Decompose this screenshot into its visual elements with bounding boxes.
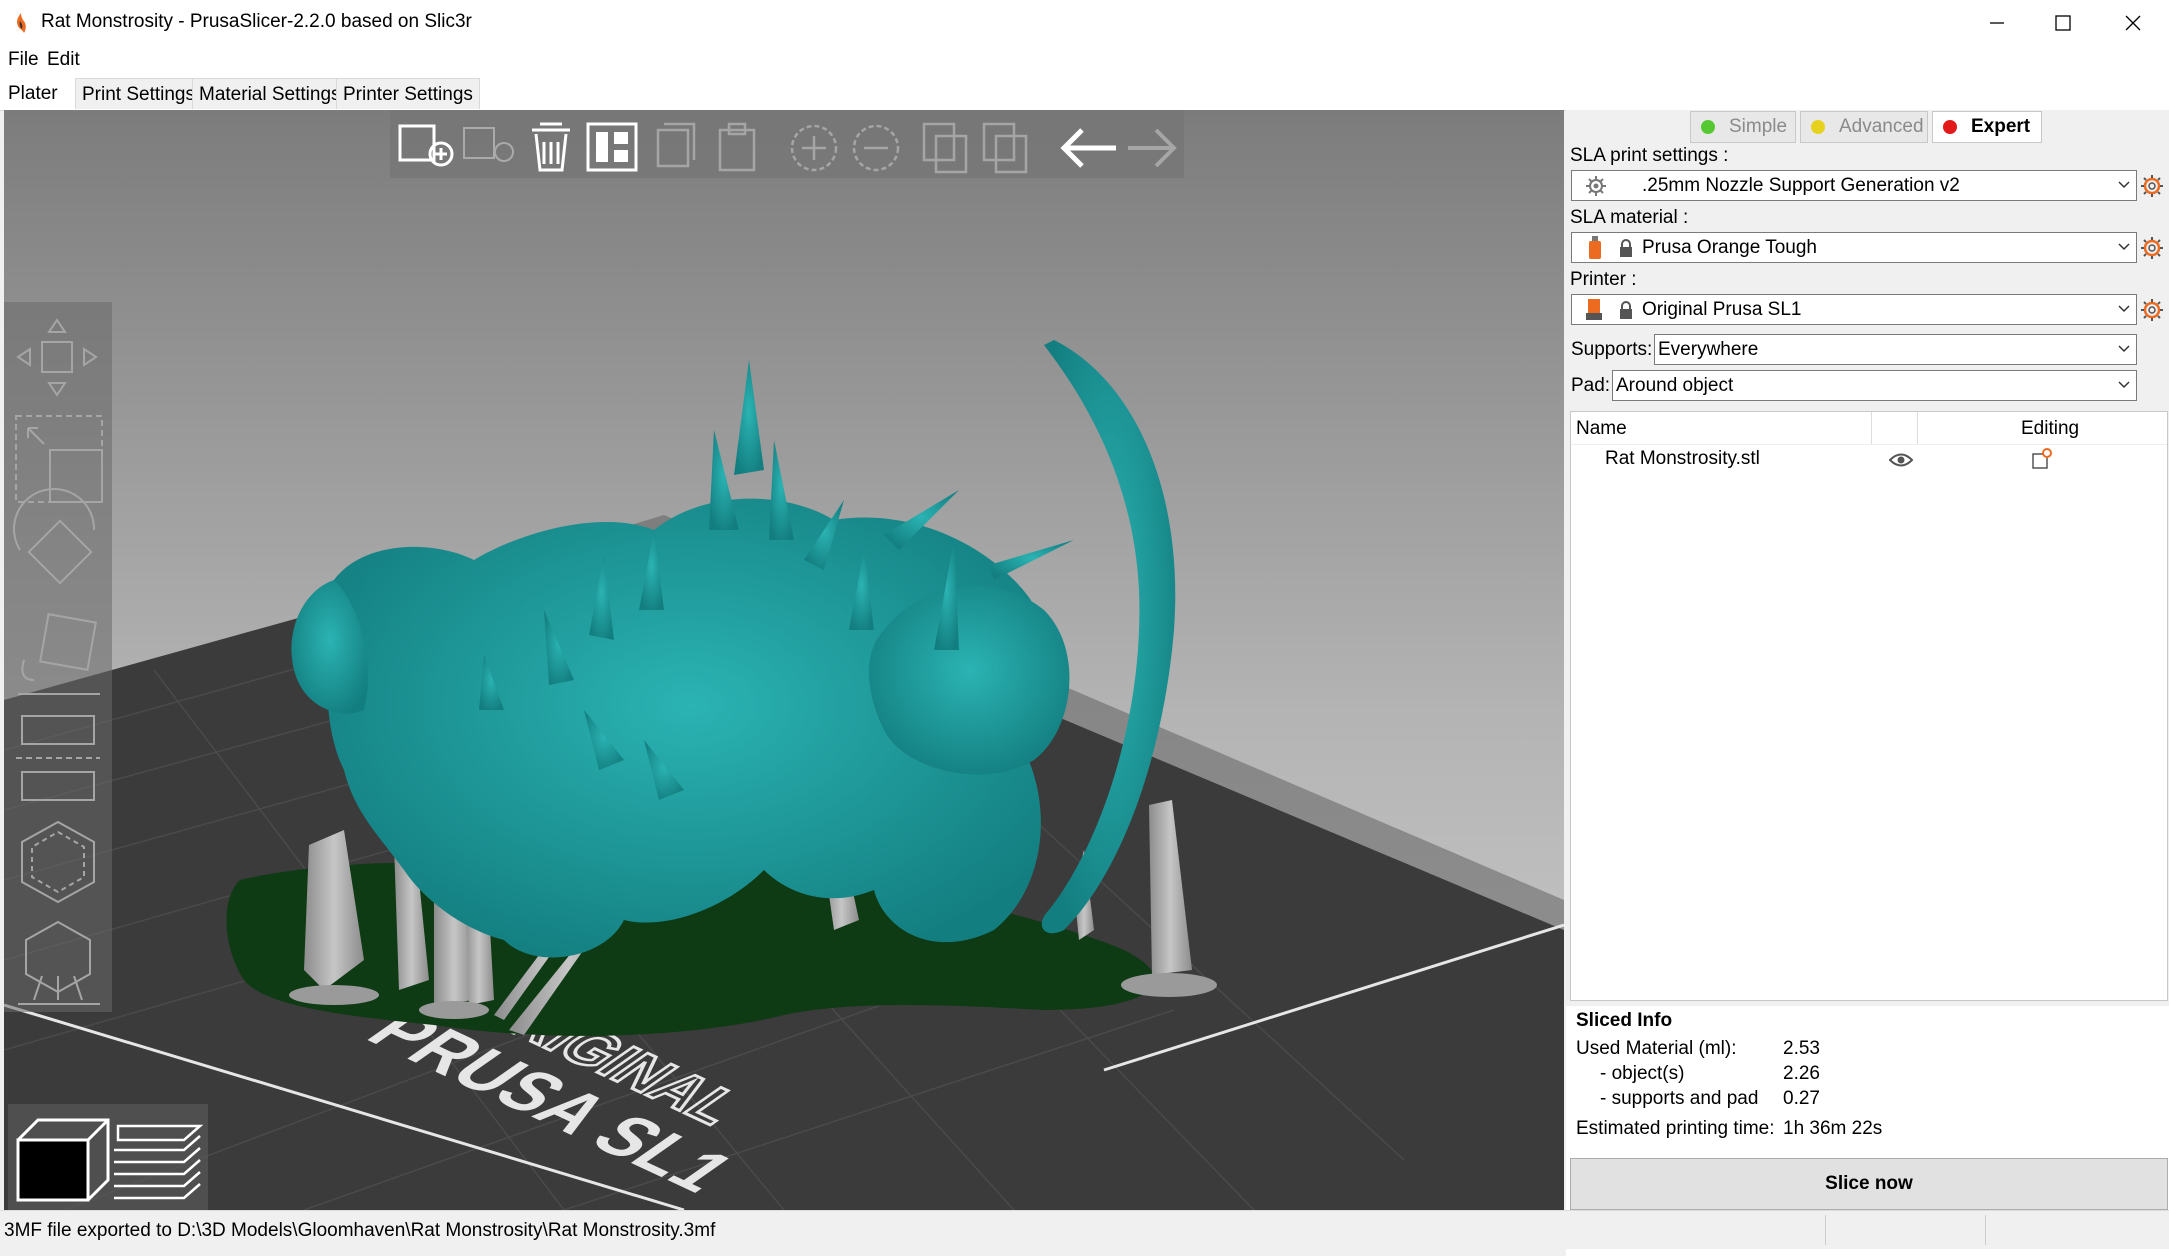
status-bar: 3MF file exported to D:\3D Models\Gloomh… <box>0 1210 2169 1249</box>
pad-combo[interactable]: Around object <box>1612 370 2137 401</box>
print-settings-gear-icon <box>1586 176 1606 196</box>
top-toolbar <box>390 110 1184 178</box>
close-icon <box>2125 15 2141 31</box>
chevron-down-icon <box>2118 181 2130 189</box>
lock-icon <box>1620 301 1632 319</box>
sla-print-combo[interactable]: .25mm Nozzle Support Generation v2 <box>1571 170 2137 201</box>
scene-canvas[interactable]: ORIGINAL PRUSA SL1 <box>4 110 1564 1210</box>
print-time-value: 1h 36m 22s <box>1783 1118 1883 1139</box>
sla-print-edit-gear-icon[interactable] <box>2140 174 2164 198</box>
tab-plater[interactable]: Plater <box>2 78 64 109</box>
resin-bottle-icon <box>1589 236 1601 259</box>
prusaslicer-logo-icon <box>17 13 26 33</box>
print-time-label: Estimated printing time: <box>1576 1118 1775 1139</box>
chevron-down-icon <box>2118 345 2130 353</box>
simple-dot-icon <box>1701 120 1715 134</box>
status-message: 3MF file exported to D:\3D Models\Gloomh… <box>4 1220 716 1241</box>
lock-icon <box>1620 239 1632 257</box>
printer-edit-gear-icon[interactable] <box>2140 298 2164 322</box>
mode-simple-button[interactable]: Simple <box>1690 111 1796 143</box>
title-bar: Rat Monstrosity - PrusaSlicer-2.2.0 base… <box>0 0 2169 46</box>
object-list-header: Name Editing <box>1571 412 2167 445</box>
sla-material-combo[interactable]: Prusa Orange Tough <box>1571 232 2137 263</box>
sla-material-label: SLA material : <box>1570 207 1689 228</box>
menu-file[interactable]: File <box>8 49 39 71</box>
3d-viewport[interactable]: ORIGINAL PRUSA SL1 <box>4 110 1564 1210</box>
maximize-button[interactable] <box>2028 0 2098 46</box>
sla-printer-icon <box>1586 299 1602 320</box>
chevron-down-icon <box>2118 305 2130 313</box>
sla-print-label: SLA print settings : <box>1570 145 1729 166</box>
used-material-value: 2.53 <box>1783 1038 1820 1059</box>
mode-expert-button[interactable]: Expert <box>1932 111 2042 143</box>
supports-label: Supports: <box>1571 339 1653 360</box>
tab-printer-settings[interactable]: Printer Settings <box>336 78 480 109</box>
sla-material-edit-gear-icon[interactable] <box>2140 236 2164 260</box>
maximize-icon <box>2055 15 2071 31</box>
object-name[interactable]: Rat Monstrosity.stl <box>1605 448 1760 470</box>
gizmo-toolbar <box>4 302 112 1012</box>
chevron-down-icon <box>2118 381 2130 389</box>
advanced-dot-icon <box>1811 120 1825 134</box>
sliced-info-title: Sliced Info <box>1576 1010 1673 1031</box>
menu-edit[interactable]: Edit <box>47 49 80 71</box>
close-button[interactable] <box>2098 0 2168 46</box>
objects-value: 2.26 <box>1783 1063 1820 1084</box>
minimize-button[interactable] <box>1962 0 2032 46</box>
tab-print-settings[interactable]: Print Settings <box>75 78 202 109</box>
printer-combo[interactable]: Original Prusa SL1 <box>1571 294 2137 325</box>
object-list[interactable]: Name Editing Rat Monstrosity.stl <box>1570 411 2168 1001</box>
view-toggle-bar <box>8 1104 208 1210</box>
expert-dot-icon <box>1943 120 1957 134</box>
menu-bar: File Edit <box>0 46 2169 74</box>
eye-icon[interactable] <box>1889 452 1913 468</box>
tab-material-settings[interactable]: Material Settings <box>192 78 348 109</box>
minimize-icon <box>1990 22 2004 24</box>
mode-advanced-button[interactable]: Advanced <box>1800 111 1928 143</box>
objects-label: - object(s) <box>1600 1063 1685 1084</box>
list-item[interactable]: Rat Monstrosity.stl <box>1571 444 2167 474</box>
tab-bar: Plater Print Settings Material Settings … <box>0 74 2169 111</box>
column-editing[interactable]: Editing <box>2021 418 2079 440</box>
used-material-label: Used Material (ml): <box>1576 1038 1737 1059</box>
edit-object-icon[interactable] <box>2031 448 2053 470</box>
printer-label: Printer : <box>1570 269 1637 290</box>
supports-pad-label: - supports and pad <box>1600 1088 1759 1109</box>
column-name[interactable]: Name <box>1576 418 1627 440</box>
chevron-down-icon <box>2118 243 2130 251</box>
window-title: Rat Monstrosity - PrusaSlicer-2.2.0 base… <box>41 11 472 32</box>
sidebar-panel: Simple Advanced Expert SLA print setting… <box>1566 110 2169 1256</box>
supports-combo[interactable]: Everywhere <box>1654 334 2137 365</box>
pad-label: Pad: <box>1571 375 1611 396</box>
slice-now-button[interactable]: Slice now <box>1570 1158 2168 1210</box>
supports-pad-value: 0.27 <box>1783 1088 1820 1109</box>
